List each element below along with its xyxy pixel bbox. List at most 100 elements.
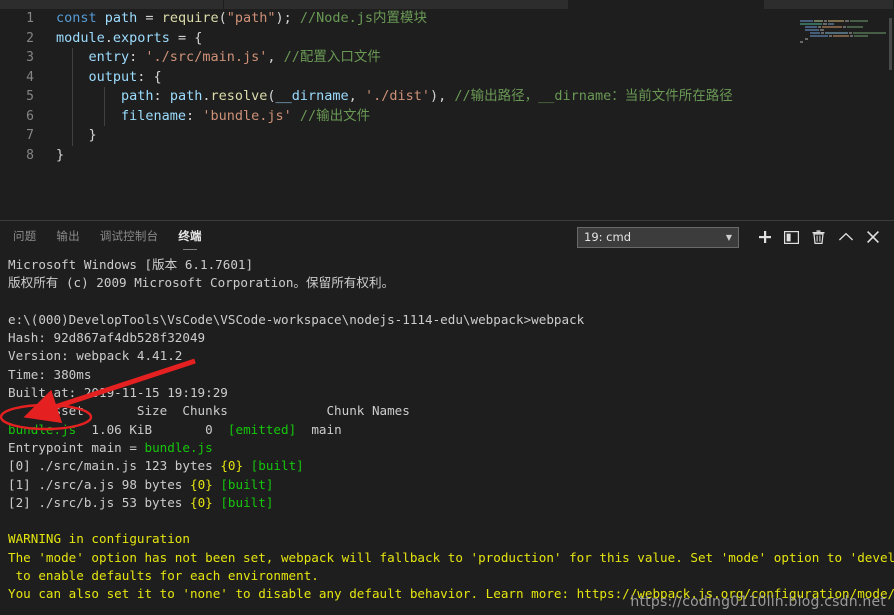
terminal-text: 版权所有 (c) 2009 Microsoft Corporation。保留所有…	[8, 275, 395, 291]
code-token: : {	[137, 68, 162, 85]
code-token: "path"	[226, 10, 276, 26]
code-token: );	[275, 10, 300, 26]
code-token: //Node.js内置模块	[299, 10, 428, 26]
code-token: (	[218, 10, 227, 26]
terminal-line: Entrypoint main = bundle.js	[8, 439, 894, 457]
terminal-line: Microsoft Windows [版本 6.1.7601]	[8, 256, 894, 274]
code-line: 7 }	[0, 126, 894, 146]
code-token: output	[56, 68, 138, 85]
terminal-line: Hash: 92d867af4db528f32049	[8, 329, 894, 347]
line-number: 5	[26, 89, 34, 104]
terminal-line: Version: webpack 4.41.2	[8, 347, 894, 365]
editor-tab-strip	[0, 0, 894, 9]
code-line-text: entry: './src/main.js', //配置入口文件	[56, 48, 894, 68]
minimap[interactable]	[800, 20, 886, 80]
line-number: 1	[26, 11, 34, 26]
indent-guide	[104, 87, 105, 126]
close-icon	[866, 231, 879, 243]
tab-slot[interactable]	[764, 0, 894, 9]
watermark-text: https://coding0110lin.blog.csdn.net	[630, 594, 886, 610]
terminal-text: [emitted]	[227, 421, 297, 437]
code-token: }	[56, 127, 97, 143]
panel-tab-1[interactable]: 输出	[55, 221, 80, 252]
panel-tab-0[interactable]: 问题	[12, 221, 37, 252]
line-number: 8	[26, 147, 34, 163]
code-line-text: output: {	[56, 68, 894, 88]
code-token: './dist'	[364, 88, 430, 104]
kill-terminal-button[interactable]	[805, 225, 832, 249]
terminal-selector-value: 19: cmd	[584, 230, 631, 244]
code-line-text: filename: 'bundle.js' //输出文件	[56, 107, 894, 127]
code-token: filename	[56, 107, 187, 124]
chevron-up-icon	[838, 232, 853, 241]
line-number: 3	[26, 50, 34, 65]
new-terminal-button[interactable]	[751, 225, 778, 249]
terminal-output[interactable]: Microsoft Windows [版本 6.1.7601] 版权所有 (c) …	[0, 252, 894, 615]
split-terminal-button[interactable]	[778, 225, 805, 249]
code-editor[interactable]: 1 const path = require("path"); //Node.js…	[0, 9, 894, 220]
minimap-slider[interactable]	[889, 18, 892, 70]
code-line: 6 filename: 'bundle.js' //输出文件	[0, 107, 894, 127]
close-panel-button[interactable]	[859, 225, 886, 249]
code-line: 4 output: {	[0, 68, 894, 88]
terminal-text: [0] ./src/main.js 123 bytes	[8, 458, 221, 474]
code-token: './src/main.js'	[145, 49, 268, 65]
code-token: //输出路径，__dirname：当前文件所在路径	[454, 88, 733, 104]
terminal-text: 1.06 KiB 0	[76, 421, 228, 437]
panel-tab-3[interactable]: 终端	[177, 221, 202, 252]
plus-icon	[758, 231, 771, 243]
code-token: ),	[429, 88, 455, 104]
terminal-text: bundle.js	[144, 439, 213, 455]
terminal-text: Microsoft Windows [版本 6.1.7601]	[8, 257, 254, 272]
code-token: ,	[267, 49, 284, 65]
terminal-line: [1] ./src/a.js 98 bytes {0} [built]	[8, 476, 894, 494]
code-line: 1 const path = require("path"); //Node.js…	[0, 9, 894, 29]
terminal-text: {0}	[189, 494, 213, 510]
terminal-line: [2] ./src/b.js 53 bytes {0} [built]	[8, 494, 894, 512]
terminal-text: {0}	[189, 476, 213, 492]
terminal-line: 版权所有 (c) 2009 Microsoft Corporation。保留所有…	[8, 274, 894, 292]
terminal-text: Hash: 92d867af4db528f32049	[8, 330, 206, 346]
code-token: __dirname	[275, 88, 349, 104]
line-number: 4	[26, 69, 34, 85]
terminal-line: Time: 380ms	[8, 366, 894, 384]
maximize-panel-button[interactable]	[832, 225, 859, 249]
code-token: ,	[348, 88, 365, 104]
terminal-selector-dropdown[interactable]: 19: cmd ▼	[577, 226, 739, 248]
terminal-text: {0}	[220, 458, 244, 474]
terminal-text: [built]	[220, 494, 274, 510]
terminal-text: Built at: 2019-11-15 19:19:29	[8, 385, 228, 401]
terminal-line: bundle.js 1.06 KiB 0 [emitted] main	[8, 421, 894, 439]
code-line: 8}	[0, 146, 894, 166]
terminal-text: Entrypoint main =	[8, 439, 145, 455]
terminal-text: [1] ./src/a.js 98 bytes	[8, 476, 190, 492]
bottom-panel: 问题 输出 调试控制台 终端 19: cmd ▼ Microsoft Windo…	[0, 221, 894, 615]
terminal-text: The 'mode' option has not been set, webp…	[8, 549, 894, 565]
tab-slot[interactable]	[0, 0, 224, 9]
terminal-text: to enable defaults for each environment.	[8, 568, 319, 584]
code-line: 2 module.exports = {	[0, 29, 894, 49]
code-token: path	[169, 88, 203, 104]
panel-tab-2[interactable]: 调试控制台	[99, 221, 160, 252]
code-token: =	[145, 10, 162, 26]
code-line: 5 path: path.resolve(__dirname, './dist'…	[0, 87, 894, 107]
terminal-line: e:\(000)DevelopTools\VsCode\VSCode-works…	[8, 311, 894, 329]
code-lines: 1 const path = require("path"); //Node.js…	[0, 9, 894, 165]
terminal-text: WARNING in configuration	[8, 531, 190, 547]
code-token: 'bundle.js'	[202, 107, 300, 124]
panel-header: 问题 输出 调试控制台 终端 19: cmd ▼	[0, 221, 894, 252]
code-token: module	[56, 29, 105, 46]
code-token: entry	[56, 49, 130, 65]
line-number: 6	[26, 108, 34, 124]
code-token: .	[104, 29, 113, 46]
vscode-window: 1 const path = require("path"); //Node.js…	[0, 0, 894, 615]
terminal-text: Version: webpack 4.41.2	[8, 348, 183, 364]
terminal-text: Time: 380ms	[8, 366, 92, 382]
code-token: path	[104, 10, 146, 26]
terminal-text: e:\(000)DevelopTools\VsCode\VSCode-works…	[8, 311, 585, 327]
code-token: require	[161, 10, 219, 26]
code-token: {	[194, 29, 203, 46]
tab-slot[interactable]	[223, 0, 569, 9]
tab-slot-active[interactable]	[568, 0, 765, 9]
